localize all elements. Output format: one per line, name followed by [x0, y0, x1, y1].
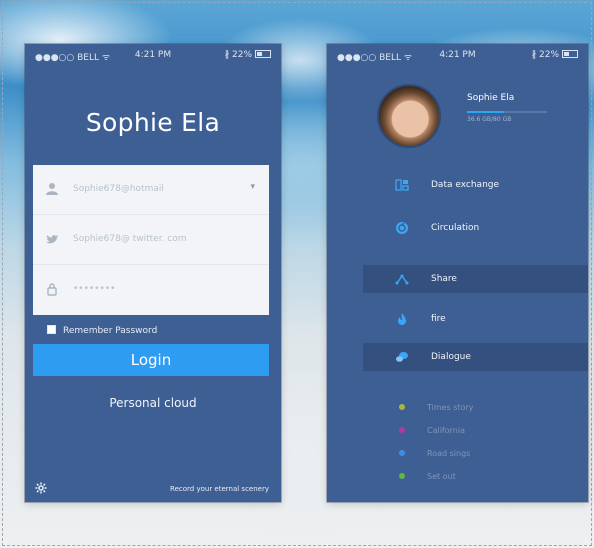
battery-indicator: ∦ 22%	[225, 50, 271, 60]
personal-cloud-link[interactable]: Personal cloud	[25, 396, 281, 410]
menu-item-label: Dialogue	[431, 352, 471, 362]
chevron-down-icon[interactable]: ▾	[250, 182, 255, 192]
sub-item-label: Times story	[427, 403, 474, 412]
app-title: Sophie Ela	[85, 108, 221, 137]
avatar[interactable]	[377, 84, 441, 148]
remember-password-checkbox[interactable]: Remember Password	[47, 325, 157, 336]
twitter-value: Sophie678@ twitter. com	[73, 234, 187, 244]
color-dot-icon	[399, 404, 405, 410]
menu-screen: ●●●○○ BELL ᯤ 4:21 PM ∦ 22% Sophie Ela 36…	[327, 44, 588, 502]
login-form: Sophie678@hotmail ▾ Sophie678@ twitter. …	[33, 165, 269, 315]
menu-item-label: Share	[431, 274, 457, 284]
battery-indicator: ∦ 22%	[532, 50, 578, 60]
fire-icon	[395, 312, 409, 326]
color-dot-icon	[399, 450, 405, 456]
battery-text: ∦ 22%	[531, 50, 559, 60]
dialogue-icon	[395, 350, 409, 364]
footer-tagline: Record your eternal scenery	[170, 485, 269, 493]
remember-label: Remember Password	[63, 326, 158, 336]
sub-item-label: California	[427, 426, 465, 435]
twitter-icon	[45, 232, 59, 246]
storage-progress-bar	[467, 111, 547, 113]
sub-item-set-out[interactable]: Set out	[399, 472, 456, 481]
status-bar: ●●●○○ BELL ᯤ 4:21 PM ∦ 22%	[25, 50, 281, 64]
share-icon	[395, 272, 409, 286]
color-dot-icon	[399, 473, 405, 479]
data-exchange-icon	[395, 178, 409, 192]
battery-text: ∦ 22%	[224, 50, 252, 60]
color-dot-icon	[399, 427, 405, 433]
gear-icon[interactable]	[35, 482, 47, 497]
menu-item-circulation[interactable]: Circulation	[363, 214, 588, 242]
user-icon	[45, 182, 59, 196]
menu-item-dialogue[interactable]: Dialogue	[363, 343, 588, 371]
login-screen: ●●●○○ BELL ᯤ 4:21 PM ∦ 22% Sophie Ela So…	[25, 44, 281, 502]
password-field[interactable]: ••••••••	[33, 265, 269, 315]
sub-item-label: Road sings	[427, 449, 471, 458]
password-value: ••••••••	[73, 284, 116, 294]
menu-item-label: fire	[431, 314, 446, 324]
twitter-field[interactable]: Sophie678@ twitter. com	[33, 215, 269, 265]
sub-item-road-sings[interactable]: Road sings	[399, 449, 470, 458]
status-bar: ●●●○○ BELL ᯤ 4:21 PM ∦ 22%	[327, 50, 588, 64]
email-value: Sophie678@hotmail	[73, 184, 164, 194]
circulation-icon	[395, 221, 409, 235]
battery-icon	[562, 50, 578, 58]
sub-item-label: Set out	[427, 472, 456, 481]
menu-item-data-exchange[interactable]: Data exchange	[363, 171, 588, 199]
lock-icon	[45, 282, 59, 296]
sub-item-california[interactable]: California	[399, 426, 465, 435]
storage-progress-fill	[467, 111, 504, 113]
storage-text: 36.6 GB/80 GB	[467, 116, 512, 123]
email-field[interactable]: Sophie678@hotmail ▾	[33, 165, 269, 215]
battery-icon	[255, 50, 271, 58]
menu-item-label: Data exchange	[431, 180, 500, 190]
menu-item-share[interactable]: Share	[363, 265, 588, 293]
sub-item-times-story[interactable]: Times story	[399, 403, 474, 412]
menu-item-label: Circulation	[431, 223, 480, 233]
menu-item-fire[interactable]: fire	[363, 305, 588, 333]
profile-name: Sophie Ela	[467, 93, 515, 103]
login-button[interactable]: Login	[33, 344, 269, 376]
checkbox-box[interactable]	[47, 325, 56, 334]
